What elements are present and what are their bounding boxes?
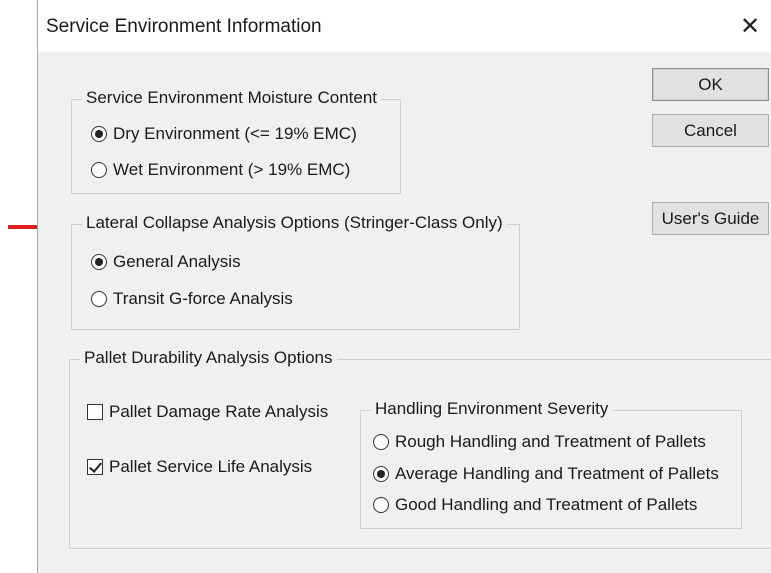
radio-dry-environment[interactable]: Dry Environment (<= 19% EMC)	[91, 124, 357, 144]
radio-unselected-icon[interactable]	[91, 162, 107, 178]
ok-button[interactable]: OK	[652, 68, 769, 101]
radio-wet-environment[interactable]: Wet Environment (> 19% EMC)	[91, 160, 350, 180]
radio-transit-gforce-analysis[interactable]: Transit G-force Analysis	[91, 289, 293, 309]
radio-label: General Analysis	[113, 252, 241, 271]
window-title: Service Environment Information	[46, 16, 322, 37]
checkbox-unchecked-icon[interactable]	[87, 404, 103, 420]
radio-selected-icon[interactable]	[373, 466, 389, 482]
radio-label: Rough Handling and Treatment of Pallets	[395, 432, 706, 451]
lateral-collapse-group: Lateral Collapse Analysis Options (Strin…	[71, 213, 520, 330]
severity-group-legend: Handling Environment Severity	[371, 399, 613, 419]
radio-label: Good Handling and Treatment of Pallets	[395, 495, 698, 514]
radio-selected-icon[interactable]	[91, 126, 107, 142]
close-icon[interactable]: ✕	[728, 6, 771, 46]
checkbox-service-life[interactable]: Pallet Service Life Analysis	[87, 457, 312, 477]
radio-unselected-icon[interactable]	[373, 497, 389, 513]
checkbox-label: Pallet Damage Rate Analysis	[109, 402, 329, 421]
checkbox-label: Pallet Service Life Analysis	[109, 457, 313, 476]
radio-unselected-icon[interactable]	[91, 291, 107, 307]
dialog-window: Service Environment Information ✕ OK Can…	[37, 0, 771, 573]
users-guide-button[interactable]: User's Guide	[652, 202, 769, 235]
radio-unselected-icon[interactable]	[373, 434, 389, 450]
checkbox-checked-icon[interactable]	[87, 459, 103, 475]
durability-group-legend: Pallet Durability Analysis Options	[80, 348, 337, 368]
moisture-group-legend: Service Environment Moisture Content	[82, 88, 382, 108]
checkbox-damage-rate[interactable]: Pallet Damage Rate Analysis	[87, 402, 328, 422]
radio-rough-handling[interactable]: Rough Handling and Treatment of Pallets	[373, 432, 706, 452]
radio-label: Wet Environment (> 19% EMC)	[113, 160, 351, 179]
radio-label: Dry Environment (<= 19% EMC)	[113, 124, 357, 143]
radio-general-analysis[interactable]: General Analysis	[91, 252, 241, 272]
radio-label: Transit G-force Analysis	[113, 289, 293, 308]
lateral-collapse-group-legend: Lateral Collapse Analysis Options (Strin…	[82, 213, 507, 233]
title-bar: Service Environment Information ✕	[38, 0, 771, 52]
radio-selected-icon[interactable]	[91, 254, 107, 270]
radio-good-handling[interactable]: Good Handling and Treatment of Pallets	[373, 495, 697, 515]
radio-label: Average Handling and Treatment of Pallet…	[395, 464, 719, 483]
cancel-button[interactable]: Cancel	[652, 114, 769, 147]
radio-average-handling[interactable]: Average Handling and Treatment of Pallet…	[373, 464, 719, 484]
